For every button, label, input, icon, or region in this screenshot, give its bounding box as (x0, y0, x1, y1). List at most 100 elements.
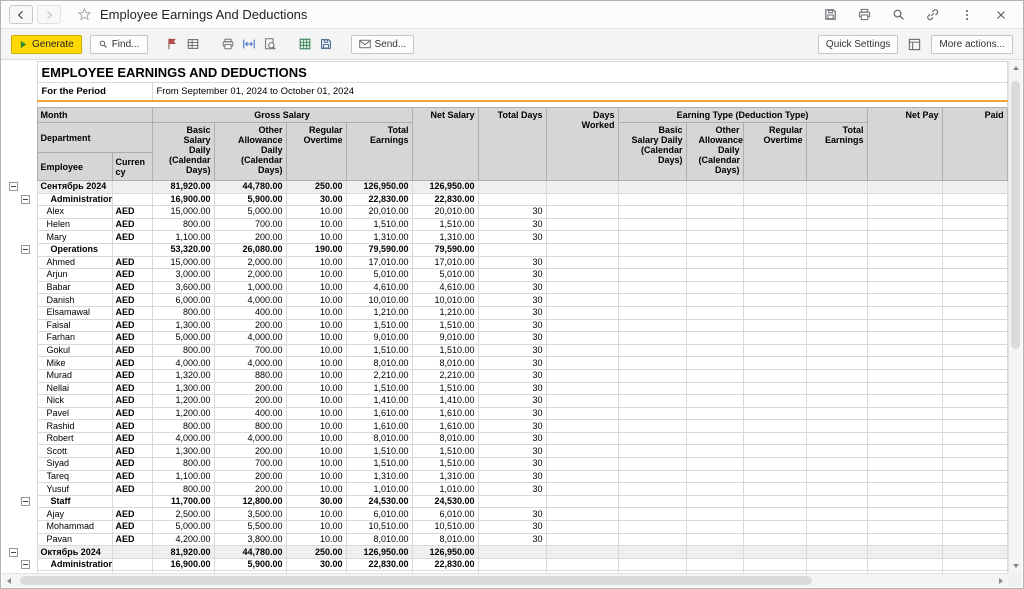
currency-cell[interactable]: AED (112, 269, 152, 282)
empty-cell[interactable] (806, 357, 867, 370)
empty-cell[interactable] (743, 458, 806, 471)
empty-cell[interactable] (867, 533, 942, 546)
empty-cell[interactable] (867, 445, 942, 458)
save-icon[interactable] (316, 34, 337, 54)
name-cell[interactable]: Alex (37, 206, 112, 219)
empty-cell[interactable] (942, 332, 1007, 345)
empty-cell[interactable] (546, 281, 618, 294)
value-cell[interactable]: 10.00 (286, 294, 346, 307)
empty-cell[interactable] (686, 420, 743, 433)
currency-cell[interactable]: AED (112, 218, 152, 231)
empty-cell[interactable] (546, 395, 618, 408)
empty-cell[interactable] (806, 458, 867, 471)
value-cell[interactable]: 30 (478, 533, 546, 546)
value-cell[interactable]: 2,500.00 (152, 508, 214, 521)
empty-cell[interactable] (867, 281, 942, 294)
empty-cell[interactable] (618, 218, 686, 231)
empty-cell[interactable] (618, 508, 686, 521)
empty-cell[interactable] (867, 521, 942, 534)
value-cell[interactable]: 30 (478, 521, 546, 534)
value-cell[interactable]: 2,210.00 (412, 369, 478, 382)
empty-cell[interactable] (743, 218, 806, 231)
empty-cell[interactable] (546, 306, 618, 319)
empty-cell[interactable] (942, 382, 1007, 395)
empty-cell[interactable] (546, 294, 618, 307)
empty-cell[interactable] (546, 508, 618, 521)
name-cell[interactable]: Октябрь 2024 (37, 546, 112, 559)
empty-cell[interactable] (546, 243, 618, 256)
empty-cell[interactable] (686, 470, 743, 483)
value-cell[interactable]: 6,010.00 (346, 508, 412, 521)
empty-cell[interactable] (546, 546, 618, 559)
empty-cell[interactable] (618, 470, 686, 483)
empty-cell[interactable] (686, 243, 743, 256)
value-cell[interactable]: 1,300.00 (152, 445, 214, 458)
value-cell[interactable]: 1,300.00 (152, 319, 214, 332)
value-cell[interactable]: 10.00 (286, 458, 346, 471)
name-cell[interactable]: Сентябрь 2024 (37, 181, 112, 194)
value-cell[interactable]: 4,000.00 (152, 432, 214, 445)
empty-cell[interactable] (942, 193, 1007, 206)
empty-cell[interactable] (806, 369, 867, 382)
more-menu-icon[interactable] (956, 5, 977, 25)
value-cell[interactable]: 81,920.00 (152, 546, 214, 559)
value-cell[interactable]: 200.00 (214, 470, 286, 483)
name-cell[interactable]: Yusuf (37, 483, 112, 496)
empty-cell[interactable] (546, 458, 618, 471)
empty-cell[interactable] (743, 495, 806, 508)
value-cell[interactable]: 700.00 (214, 218, 286, 231)
value-cell[interactable]: 10.00 (286, 332, 346, 345)
empty-cell[interactable] (618, 495, 686, 508)
horizontal-scroll-thumb[interactable] (20, 576, 812, 585)
currency-cell[interactable]: AED (112, 533, 152, 546)
empty-cell[interactable] (546, 382, 618, 395)
empty-cell[interactable] (942, 319, 1007, 332)
value-cell[interactable]: 200.00 (214, 231, 286, 244)
empty-cell[interactable] (806, 395, 867, 408)
value-cell[interactable] (478, 243, 546, 256)
value-cell[interactable]: 17,010.00 (346, 256, 412, 269)
value-cell[interactable]: 10.00 (286, 483, 346, 496)
empty-cell[interactable] (942, 269, 1007, 282)
value-cell[interactable]: 10,010.00 (412, 294, 478, 307)
empty-cell[interactable] (942, 306, 1007, 319)
empty-cell[interactable] (806, 420, 867, 433)
value-cell[interactable]: 200.00 (214, 382, 286, 395)
empty-cell[interactable] (618, 445, 686, 458)
empty-cell[interactable] (546, 470, 618, 483)
spreadsheet-icon[interactable] (295, 34, 316, 54)
value-cell[interactable]: 800.00 (152, 344, 214, 357)
empty-cell[interactable] (618, 256, 686, 269)
value-cell[interactable]: 4,000.00 (152, 357, 214, 370)
name-cell[interactable]: Helen (37, 218, 112, 231)
value-cell[interactable]: 126,950.00 (412, 546, 478, 559)
empty-cell[interactable] (942, 420, 1007, 433)
name-cell[interactable]: Administration (37, 558, 112, 571)
empty-cell[interactable] (942, 357, 1007, 370)
empty-cell[interactable] (686, 369, 743, 382)
value-cell[interactable] (478, 495, 546, 508)
empty-cell[interactable] (867, 432, 942, 445)
name-cell[interactable]: Pavan (37, 533, 112, 546)
value-cell[interactable]: 4,000.00 (214, 432, 286, 445)
empty-cell[interactable] (806, 533, 867, 546)
value-cell[interactable]: 10.00 (286, 420, 346, 433)
name-cell[interactable]: Danish (37, 294, 112, 307)
empty-cell[interactable] (806, 407, 867, 420)
value-cell[interactable]: 800.00 (152, 306, 214, 319)
empty-cell[interactable] (546, 218, 618, 231)
empty-cell[interactable] (867, 206, 942, 219)
value-cell[interactable]: 1,410.00 (346, 395, 412, 408)
currency-cell[interactable]: AED (112, 332, 152, 345)
value-cell[interactable]: 30 (478, 306, 546, 319)
value-cell[interactable]: 3,800.00 (214, 533, 286, 546)
value-cell[interactable]: 5,010.00 (412, 269, 478, 282)
empty-cell[interactable] (743, 508, 806, 521)
empty-cell[interactable] (743, 332, 806, 345)
empty-cell[interactable] (618, 546, 686, 559)
currency-cell[interactable]: AED (112, 458, 152, 471)
empty-cell[interactable] (867, 181, 942, 194)
value-cell[interactable]: 10,010.00 (346, 294, 412, 307)
empty-cell[interactable] (867, 256, 942, 269)
forward-button[interactable] (37, 5, 61, 24)
